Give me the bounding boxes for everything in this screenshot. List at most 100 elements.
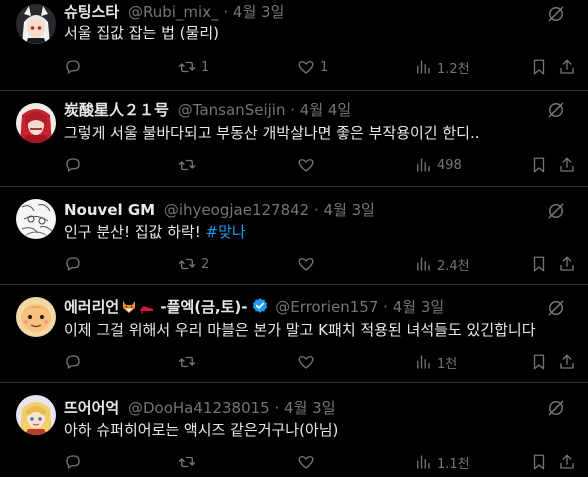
reply-button[interactable] [64, 254, 87, 274]
share-button[interactable] [558, 352, 576, 372]
heart-icon [298, 159, 314, 172]
retweet-button[interactable] [178, 155, 201, 175]
user-handle[interactable]: @ihyeogjae127842 [164, 201, 309, 219]
display-name-suffix[interactable]: -플엑(금,토)- [155, 298, 247, 316]
reply-button[interactable] [64, 452, 87, 472]
timestamp[interactable]: 4월 4일 [300, 101, 351, 119]
reply-icon [66, 158, 80, 172]
retweet-icon [178, 61, 196, 73]
retweet-button[interactable] [178, 352, 201, 372]
tweet[interactable]: 에러리언 -플엑(금,토)- @Errorien157 · 4월 3일 이제 그… [0, 285, 588, 383]
tweet[interactable]: 炭酸星人２１号 @TansanSeijin · 4월 4일 그렇게 서울 불바다… [0, 91, 588, 187]
display-name[interactable]: 에러리언 [64, 298, 119, 316]
grok-icon[interactable] [546, 398, 566, 418]
share-button[interactable] [558, 57, 576, 77]
retweet-button[interactable] [178, 452, 201, 472]
bookmark-icon [533, 354, 545, 370]
separator-dot: · [223, 3, 233, 21]
heart-icon [298, 356, 314, 369]
bookmark-button[interactable] [530, 254, 548, 274]
bookmark-button[interactable] [530, 155, 548, 175]
bookmark-button[interactable] [530, 352, 548, 372]
user-handle[interactable]: @Errorien157 [275, 298, 378, 316]
bookmark-button[interactable] [530, 57, 548, 77]
bookmark-icon [533, 59, 545, 75]
avatar[interactable] [16, 103, 56, 143]
share-icon [560, 256, 574, 271]
reply-button[interactable] [64, 57, 87, 77]
tweet-text: 인구 분산! 집값 하락! #맞나 [64, 222, 572, 242]
share-button[interactable] [558, 155, 576, 175]
tweet[interactable]: 슈팅스타 @Rubi_mix_ · 4월 3일 서울 집값 잡는 법 (물리) … [0, 0, 588, 91]
bookmark-icon [533, 256, 545, 272]
like-button[interactable] [297, 155, 320, 175]
like-button[interactable] [297, 254, 320, 274]
bar-chart-icon [417, 355, 430, 369]
like-button[interactable] [297, 352, 320, 372]
tweet-feed: 슈팅스타 @Rubi_mix_ · 4월 3일 서울 집값 잡는 법 (물리) … [0, 0, 588, 477]
bookmark-icon [533, 157, 545, 173]
display-name[interactable]: 뜨어어억 [64, 399, 119, 417]
reply-icon [66, 257, 80, 271]
high-heel-emoji [140, 306, 154, 314]
retweet-count: 1 [201, 59, 210, 75]
timestamp[interactable]: 4월 3일 [324, 201, 375, 219]
user-handle[interactable]: @Rubi_mix_ [128, 3, 219, 21]
tweet-actions: 1.1천 [64, 452, 574, 472]
reply-button[interactable] [64, 155, 87, 175]
display-name[interactable]: 炭酸星人２１号 [64, 101, 169, 119]
view-count: 1천 [437, 356, 458, 372]
views-button[interactable]: 2.4천 [414, 254, 470, 274]
hashtag-link[interactable]: #맞나 [206, 223, 246, 241]
reply-icon [66, 60, 80, 74]
views-button[interactable]: 1.2천 [414, 57, 470, 77]
view-count: 1.1천 [437, 456, 470, 472]
separator-dot: · [313, 201, 324, 219]
verified-badge-icon[interactable] [251, 297, 269, 315]
fox-face-emoji [123, 301, 136, 313]
display-name[interactable]: 슈팅스타 [64, 3, 119, 21]
cartoon-face-avatar [16, 297, 56, 337]
avatar[interactable] [16, 199, 56, 239]
like-button[interactable] [297, 452, 320, 472]
like-count: 1 [320, 59, 329, 75]
reply-button[interactable] [64, 352, 87, 372]
tweet[interactable]: 뜨어어억 @DooHa41238015 · 4월 3일 아하 슈퍼히어로는 액시… [0, 383, 588, 477]
avatar[interactable] [16, 297, 56, 337]
share-button[interactable] [558, 452, 576, 472]
grok-icon[interactable] [546, 201, 566, 221]
grok-icon[interactable] [546, 4, 566, 24]
tweet-actions: 2 2.4천 [64, 254, 574, 274]
timestamp[interactable]: 4월 3일 [284, 399, 335, 417]
grok-icon[interactable] [546, 298, 566, 318]
grok-icon[interactable] [546, 100, 566, 120]
bookmark-button[interactable] [530, 452, 548, 472]
tweet[interactable]: Nouvel GM @ihyeogjae127842 · 4월 3일 인구 분산… [0, 187, 588, 285]
separator-dot: · [290, 101, 300, 119]
separator-dot: · [274, 399, 285, 417]
user-handle[interactable]: @DooHa41238015 [128, 399, 270, 417]
tweet-actions: 1 1 1.2천 [64, 57, 574, 77]
user-handle[interactable]: @TansanSeijin [178, 101, 286, 119]
tweet-text: 서울 집값 잡는 법 (물리) [64, 24, 219, 42]
tweet-text: 아하 슈퍼히어로는 액시즈 같은거구나(아님) [64, 421, 339, 439]
avatar[interactable] [16, 4, 56, 44]
retweet-button[interactable]: 2 [178, 254, 209, 274]
reply-icon [66, 455, 80, 469]
red-anime-character-avatar [16, 103, 56, 143]
view-count: 2.4천 [437, 258, 470, 274]
retweet-button[interactable]: 1 [178, 57, 209, 77]
bookmark-icon [533, 454, 545, 470]
timestamp[interactable]: 4월 3일 [233, 3, 284, 21]
like-button[interactable]: 1 [297, 57, 328, 77]
share-button[interactable] [558, 254, 576, 274]
timestamp[interactable]: 4월 3일 [393, 298, 444, 316]
share-icon [560, 59, 574, 74]
display-name[interactable]: Nouvel GM [64, 201, 155, 219]
retweet-icon [178, 456, 196, 468]
views-button[interactable]: 1천 [414, 352, 457, 372]
views-button[interactable]: 1.1천 [414, 452, 470, 472]
avatar[interactable] [16, 395, 56, 435]
views-button[interactable]: 498 [414, 155, 462, 175]
bar-chart-icon [417, 455, 430, 469]
